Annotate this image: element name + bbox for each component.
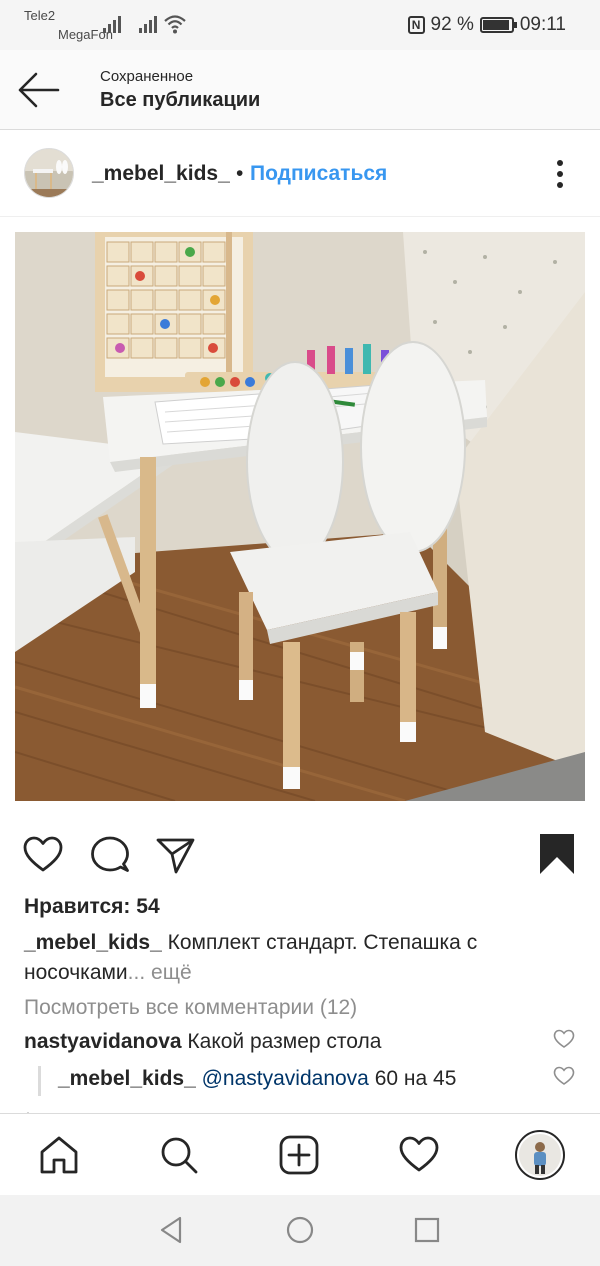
bottom-navigation	[0, 1113, 600, 1195]
comment-item: nastyavidanova Какой размер стола	[24, 1030, 381, 1054]
battery-level	[482, 20, 509, 30]
nav-home-button[interactable]	[38, 1134, 80, 1176]
app-header: Сохраненное Все публикации	[0, 50, 600, 130]
heart-icon	[23, 836, 63, 872]
like-button[interactable]	[22, 834, 64, 876]
back-button[interactable]	[16, 68, 62, 112]
status-bar: Tele2 MegaFon N 92 % 09:11	[0, 0, 600, 50]
caption-username[interactable]: _mebel_kids_	[24, 931, 162, 954]
reply-text: 60 на 45	[374, 1067, 457, 1090]
heart-icon	[399, 1136, 439, 1172]
author-avatar[interactable]	[24, 148, 74, 198]
clock: 09:11	[519, 14, 566, 35]
battery-icon	[479, 17, 517, 33]
reply-username[interactable]: _mebel_kids_	[58, 1067, 196, 1090]
caption-more-link[interactable]: ещё	[151, 961, 192, 984]
follow-button[interactable]: Подписаться	[250, 162, 387, 186]
comment-username[interactable]: nastyavidanova	[24, 1030, 182, 1053]
nav-search-button[interactable]	[158, 1134, 200, 1176]
nfc-icon: N	[407, 16, 425, 34]
home-icon	[40, 1136, 78, 1174]
profile-avatar	[519, 1134, 561, 1176]
header-subtitle: Сохраненное	[100, 68, 194, 85]
system-navigation-bar	[0, 1195, 600, 1266]
more-options-button[interactable]	[548, 157, 572, 191]
view-all-comments-link[interactable]: Посмотреть все комментарии (12)	[24, 996, 357, 1020]
status-indicators: N 92 % 09:11	[407, 14, 566, 36]
separator-dot: •	[236, 162, 244, 185]
square-recents-icon[interactable]	[410, 1213, 444, 1247]
comment-text: Какой размер стола	[187, 1030, 382, 1053]
post-timestamp: 1 день назад	[24, 1105, 108, 1113]
more-vertical-icon	[557, 160, 563, 188]
comment-like-heart-icon[interactable]	[553, 1029, 575, 1049]
triangle-back-icon[interactable]	[154, 1213, 188, 1247]
wifi-icon	[164, 15, 186, 34]
reply-thread-line	[38, 1066, 41, 1096]
share-button[interactable]	[154, 834, 196, 876]
reply-item: _mebel_kids_ @nastyavidanova 60 на 45	[58, 1067, 456, 1091]
post-photo-image	[15, 232, 585, 801]
search-icon	[161, 1137, 198, 1174]
battery-percent: 92 %	[430, 14, 474, 35]
post-header: _mebel_kids_ • Подписаться	[0, 131, 600, 217]
likes-count[interactable]: Нравится: 54	[24, 895, 160, 919]
save-button[interactable]	[536, 834, 578, 876]
profile-avatar-image	[519, 1134, 561, 1176]
arrow-left-icon	[18, 72, 60, 108]
nav-profile-button[interactable]	[515, 1130, 565, 1180]
bookmark-filled-icon	[540, 834, 574, 874]
author-username[interactable]: _mebel_kids_	[92, 162, 230, 186]
reply-like-heart-icon[interactable]	[553, 1066, 575, 1086]
reply-mention[interactable]: @nastyavidanova	[202, 1067, 369, 1090]
page-title: Все публикации	[100, 89, 261, 111]
nav-activity-button[interactable]	[398, 1134, 440, 1176]
signal-strength-icon	[139, 16, 157, 33]
signal-strength-icon	[103, 16, 121, 33]
plus-square-icon	[279, 1135, 319, 1175]
comment-bubble-icon	[91, 836, 129, 872]
nav-new-post-button[interactable]	[278, 1134, 320, 1176]
paper-plane-icon	[156, 838, 195, 874]
post-photo[interactable]	[15, 232, 585, 801]
avatar-image	[25, 149, 73, 197]
caption-ellipsis: ...	[127, 961, 146, 984]
carrier-name-primary: Tele2	[24, 8, 56, 23]
comment-button[interactable]	[89, 834, 131, 876]
post-caption: _mebel_kids_ Комплект стандарт. Степашка…	[24, 928, 584, 988]
circle-home-icon[interactable]	[283, 1213, 317, 1247]
